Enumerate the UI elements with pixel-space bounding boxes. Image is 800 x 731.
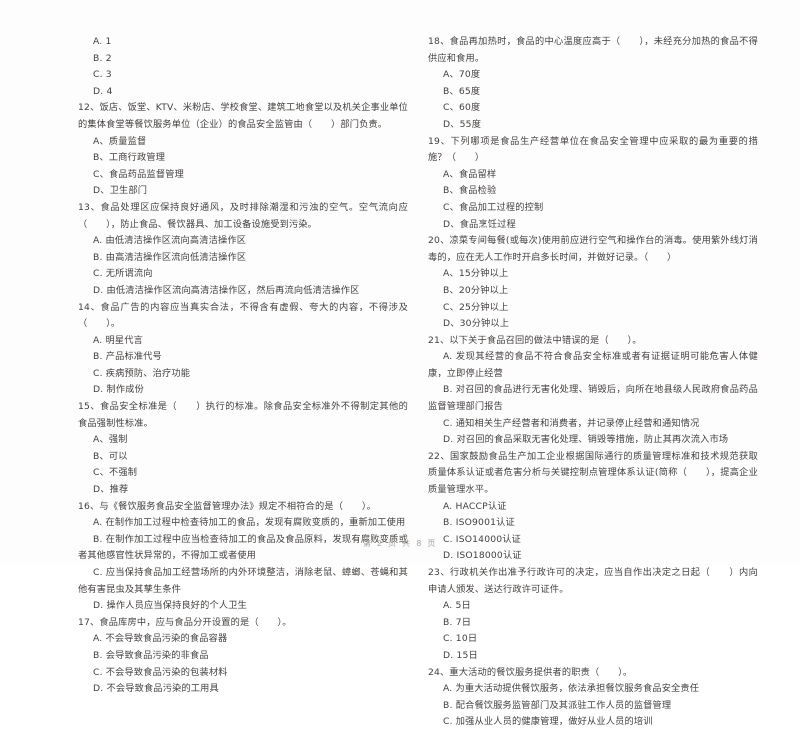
option-item: C、食品药品监督管理 <box>93 168 184 180</box>
option-item: A. 由低清洁操作区流向高清洁操作区 <box>93 235 247 247</box>
option-item: A. 发现其经营的食品不符合食品安全标准或者有证据证明可能危害人体健康，立即停止… <box>428 351 758 379</box>
question-stem: 13、食品处理区应保持良好通风，及时排除潮湿和污浊的空气。空气流向应（ ），防止… <box>78 201 408 230</box>
question-stem: 15、食品安全标准是（ ）执行的标准。除食品安全标准外不得制定其他的食品强制性标… <box>78 401 408 429</box>
question-stem: 20、凉菜专间每餐(或每次)使用前应进行空气和操作台的消毒。使用紫外线灯消毒的，… <box>428 235 758 263</box>
option-item: D. 制作成份 <box>93 384 144 396</box>
question-14: 14、食品广告的内容应当真实合法，不得含有虚假、夸大的内容，不得涉及（ ）。 A… <box>78 300 408 400</box>
question-stem: 12、饭店、饭堂、KTV、米粉店、学校食堂、建筑工地食堂以及机关企事业单位的集体… <box>78 102 408 130</box>
question-17: 17、食品库房中，应与食品分开设置的是（ ）。 A. 不会导致食品污染的食品容器… <box>78 615 408 698</box>
option-item: C. 无所谓流向 <box>93 268 153 280</box>
question-stem: 17、食品库房中，应与食品分开设置的是（ ）。 <box>78 616 292 628</box>
option-item: B、65度 <box>443 85 481 97</box>
exam-paper-page: A. 1 B. 2 C. 3 D. 4 12、饭店、饭堂、KTV、米粉店、学校食… <box>0 0 800 727</box>
option-item: D. ISO18000认证 <box>443 550 522 562</box>
question-19: 19、下列哪项是食品生产经营单位在食品安全管理中应采取的最为重要的措施？（ ） … <box>428 134 758 234</box>
option-item: A、70度 <box>443 69 481 81</box>
question-stem: 18、食品再加热时，食品的中心温度应高于（ ），未经充分加热的食品不得供应和食用… <box>428 36 758 64</box>
option-item: A. HACCP认证 <box>443 500 507 512</box>
option-item: D、卫生部门 <box>93 185 148 197</box>
question-24: 24、重大活动的餐饮服务提供者的职责（ ）。 A. 为重大活动提供餐饮服务，依法… <box>428 665 758 731</box>
option-item: B. 会导致食品污染的非食品 <box>93 649 209 661</box>
two-column-body: A. 1 B. 2 C. 3 D. 4 12、饭店、饭堂、KTV、米粉店、学校食… <box>0 0 800 727</box>
option-item: B. ISO9001认证 <box>443 517 515 529</box>
question-20: 20、凉菜专间每餐(或每次)使用前应进行空气和操作台的消毒。使用紫外线灯消毒的，… <box>428 233 758 333</box>
question-23: 23、行政机关作出准予行政许可的决定，应当自作出决定之日起（ ）内向申请人颁发、… <box>428 565 758 665</box>
option-item: A、强制 <box>93 434 128 446</box>
option-item: D、55度 <box>443 118 482 130</box>
option-item: C. 通知相关生产经营者和消费者，并记录停止经营和通知情况 <box>443 417 700 429</box>
option-item: A. 在制作加工过程中检查待加工的食品，发现有腐败变质的，重新加工使用 <box>93 517 406 529</box>
option-item: D. 操作人员应当保持良好的个人卫生 <box>93 600 248 612</box>
left-column: A. 1 B. 2 C. 3 D. 4 12、饭店、饭堂、KTV、米粉店、学校食… <box>78 34 408 694</box>
question-stem: 14、食品广告的内容应当真实合法，不得含有虚假、夸大的内容，不得涉及（ ）。 <box>78 301 408 330</box>
option-item: C. 疾病预防、治疗功能 <box>93 367 191 379</box>
option-item: B. 配合餐饮服务监管部门及其派驻工作人员的监督管理 <box>443 699 672 711</box>
question-15: 15、食品安全标准是（ ）执行的标准。除食品安全标准外不得制定其他的食品强制性标… <box>78 399 408 499</box>
option-item: C. 10日 <box>443 633 478 645</box>
option-item: C、不强制 <box>93 467 138 479</box>
option-item: D、推荐 <box>93 484 129 496</box>
option-item: A、食品留样 <box>443 168 497 180</box>
option-item: B、20分钟以上 <box>443 284 509 296</box>
question-13: 13、食品处理区应保持良好通风，及时排除潮湿和污浊的空气。空气流向应（ ），防止… <box>78 200 408 300</box>
option-item: A. 为重大活动提供餐饮服务，依法承担餐饮服务食品安全责任 <box>443 683 700 695</box>
question-stem: 16、与《餐饮服务食品安全监督管理办法》规定不相符合的是（ ）。 <box>78 500 376 512</box>
option-item: A. 5日 <box>443 600 471 612</box>
option-item: C、60度 <box>443 102 481 114</box>
option-item: C、食品加工过程的控制 <box>443 201 544 213</box>
question-18: 18、食品再加热时，食品的中心温度应高于（ ），未经充分加热的食品不得供应和食用… <box>428 34 758 134</box>
option-item: A. 明星代言 <box>93 334 144 346</box>
option-item: D. 不会导致食品污染的工用具 <box>93 683 219 695</box>
option-item: B、食品检验 <box>443 185 497 197</box>
page-footer: 第 2 页 共 8 页 <box>362 539 438 548</box>
option-item: C. 不会导致食品污染的包装材料 <box>93 666 228 678</box>
option-item: D、食品烹饪过程 <box>443 218 516 230</box>
option-item: A. 1 <box>93 36 112 47</box>
question-16: 16、与《餐饮服务食品安全监督管理办法》规定不相符合的是（ ）。 A. 在制作加… <box>78 499 408 615</box>
option-item: A. 不会导致食品污染的食品容器 <box>93 633 228 645</box>
question-stem: 19、下列哪项是食品生产经营单位在食品安全管理中应采取的最为重要的措施？（ ） <box>428 135 758 164</box>
question-12: 12、饭店、饭堂、KTV、米粉店、学校食堂、建筑工地食堂以及机关企事业单位的集体… <box>78 100 408 200</box>
option-item: B、可以 <box>93 450 128 462</box>
option-item: A、15分钟以上 <box>443 268 509 280</box>
option-item: B. 由高清洁操作区流向低清洁操作区 <box>93 251 247 263</box>
question-21: 21、以下关于食品召回的做法中错误的是（ ）。 A. 发现其经营的食品不符合食品… <box>428 333 758 449</box>
leading-options-block: A. 1 B. 2 C. 3 D. 4 <box>78 34 408 100</box>
option-item: C. 3 <box>93 69 112 81</box>
option-item: C. 应当保持食品加工经营场所的内外环境整洁，消除老鼠、蟑螂、苍蝇和其他有害昆虫… <box>78 567 408 595</box>
question-stem: 23、行政机关作出准予行政许可的决定，应当自作出决定之日起（ ）内向申请人颁发、… <box>428 567 758 595</box>
option-item: D. 4 <box>93 85 113 97</box>
option-item: D. 15日 <box>443 649 478 661</box>
right-column: 18、食品再加热时，食品的中心温度应高于（ ），未经充分加热的食品不得供应和食用… <box>428 34 758 727</box>
option-item: D、30分钟以上 <box>443 318 510 330</box>
option-item: B. 2 <box>93 52 112 64</box>
option-item: D. 对召回的食品采取无害化处理、销毁等措施，防止其再次流入市场 <box>443 434 729 446</box>
option-item: C. 加强从业人员的健康管理，做好从业人员的培训 <box>443 716 653 728</box>
question-stem: 24、重大活动的餐饮服务提供者的职责（ ）。 <box>428 666 633 678</box>
question-stem: 21、以下关于食品召回的做法中错误的是（ ）。 <box>428 334 642 346</box>
option-item: B. 对召回的食品进行无害化处理、销毁后，向所在地县级人民政府食品药品监督管理部… <box>428 384 758 413</box>
option-item: B. 产品标准代号 <box>93 351 162 363</box>
question-stem: 22、国家鼓励食品生产加工企业根据国际通行的质量管理标准和技术规范获取质量体系认… <box>428 450 758 496</box>
option-item: D. 由低清洁操作区流向高清洁操作区，然后再流向低清洁操作区 <box>93 284 360 296</box>
option-item: A、质量监督 <box>93 135 147 147</box>
option-item: B. 7日 <box>443 616 472 628</box>
option-item: B、工商行政管理 <box>93 152 166 164</box>
option-item: C、25分钟以上 <box>443 301 509 313</box>
